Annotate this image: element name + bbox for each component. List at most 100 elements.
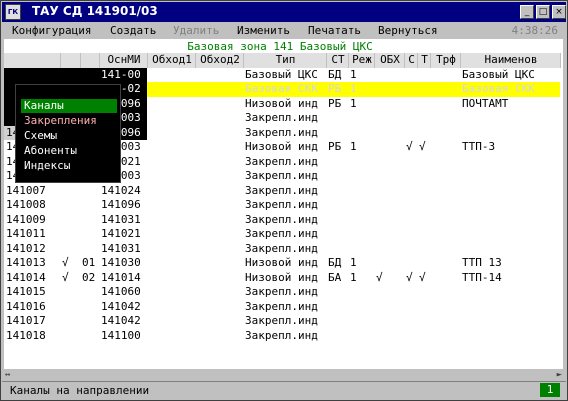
col-mode-cell: 1 — [348, 256, 374, 271]
table-row[interactable]: 141015 141060 Закрепл.инд — [4, 285, 560, 300]
col-traffic-cell — [430, 125, 460, 140]
menu-create[interactable]: Создать — [110, 24, 156, 37]
col-channel-cell: 141007 — [4, 183, 60, 198]
clock: 4:38:26 — [511, 24, 558, 37]
table-row[interactable]: 141014 √ 02 141014 Низовой инд БА 1 √ √ √ ТТП-14 — [4, 270, 560, 285]
scroll-left-icon[interactable]: ↔ — [5, 370, 10, 380]
col-name-cell: Базовый ЦКС — [460, 67, 560, 82]
col-bypass-cell — [374, 212, 404, 227]
col-traffic-header[interactable]: Трф — [430, 53, 461, 68]
col-channel-header[interactable] — [4, 53, 61, 68]
col-mark-header[interactable] — [60, 53, 81, 68]
col-mode-header[interactable]: Реж — [348, 53, 375, 68]
status-message: Каналы на направлении — [10, 384, 150, 397]
table-row[interactable]: 141016 141042 Закрепл.инд — [4, 299, 560, 314]
col-st-cell: БА — [326, 270, 348, 285]
table-row[interactable]: 141018 141100 Закрепл.инд — [4, 328, 560, 343]
table-row[interactable]: 141008 141096 Закрепл.инд — [4, 198, 560, 213]
col-bypass-cell — [374, 154, 404, 169]
table-row[interactable]: 141007 141024 Закрепл.инд — [4, 183, 560, 198]
status-bar: Каналы на направлении 1 — [2, 381, 566, 399]
col-bypass2-header[interactable]: Обход2 — [195, 53, 244, 68]
col-t-cell — [417, 111, 430, 126]
col-bypass-cell — [374, 256, 404, 271]
col-traffic-cell — [430, 241, 460, 256]
menu-item-bindings[interactable]: Закрепления — [21, 114, 117, 128]
col-st-header[interactable]: СТ — [326, 53, 349, 68]
table-row[interactable]: 141017 141042 Закрепл.инд — [4, 314, 560, 329]
col-c-cell — [404, 82, 417, 97]
col-c-cell: √ — [404, 270, 417, 285]
horizontal-scrollbar[interactable]: ↔ ► — [2, 369, 566, 381]
col-main-cell: 141021 — [99, 227, 147, 242]
col-bypass2-cell — [195, 125, 243, 140]
menu-item-schemes[interactable]: Схемы — [21, 129, 117, 143]
col-bypass1-cell — [147, 154, 195, 169]
col-mode-cell — [348, 299, 374, 314]
col-bypass-cell — [374, 328, 404, 343]
col-type-cell: Закрепл.инд — [243, 169, 326, 184]
app-logo-icon[interactable]: ГК — [5, 4, 21, 20]
col-type-header[interactable]: Тип — [243, 53, 327, 68]
col-mode-cell — [348, 125, 374, 140]
menu-delete[interactable]: Удалить — [173, 24, 219, 37]
col-type-cell: Закрепл.инд — [243, 111, 326, 126]
col-c-cell — [404, 67, 417, 82]
table-row[interactable]: 141009 141031 Закрепл.инд — [4, 212, 560, 227]
col-bypass-cell — [374, 96, 404, 111]
col-name-cell — [460, 285, 560, 300]
col-t-cell: √ — [417, 140, 430, 155]
col-t-cell — [417, 67, 430, 82]
col-mark-cell — [60, 314, 80, 329]
col-bypass2-cell — [195, 67, 243, 82]
col-bypass2-cell — [195, 299, 243, 314]
col-bypass-cell — [374, 82, 404, 97]
table-row[interactable]: 141013 √ 01 141030 Низовой инд БД 1 ТТП 13 — [4, 256, 560, 271]
menu-item-subscribers[interactable]: Абоненты — [21, 144, 117, 158]
col-t-cell — [417, 285, 430, 300]
col-st-cell — [326, 241, 348, 256]
col-traffic-cell — [430, 183, 460, 198]
col-bypass-header[interactable]: ОБХ — [374, 53, 405, 68]
scroll-right-icon[interactable]: ► — [557, 370, 562, 380]
col-c-header[interactable]: С — [404, 53, 418, 68]
col-num-header[interactable] — [80, 53, 100, 68]
menu-configuration[interactable]: Конфигурация — [12, 24, 91, 37]
col-t-cell — [417, 169, 430, 184]
col-st-cell — [326, 328, 348, 343]
status-indicator: 1 — [540, 383, 560, 397]
col-bypass2-cell — [195, 285, 243, 300]
col-bypass-cell — [374, 314, 404, 329]
col-t-header[interactable]: Т — [417, 53, 431, 68]
menu-item-channels[interactable]: Каналы — [21, 99, 117, 113]
col-c-cell — [404, 154, 417, 169]
col-bypass-cell — [374, 198, 404, 213]
col-mark-cell — [60, 328, 80, 343]
menu-print[interactable]: Печатать — [308, 24, 361, 37]
col-bypass1-header[interactable]: Обход1 — [147, 53, 196, 68]
menu-edit[interactable]: Изменить — [237, 24, 290, 37]
col-channel-cell: 141016 — [4, 299, 60, 314]
minimize-icon[interactable]: _ — [520, 5, 534, 19]
title-bar[interactable]: ГК ТАУ СД 141901/03 _ □ × — [2, 2, 566, 22]
col-bypass1-cell — [147, 125, 195, 140]
col-type-cell: Закрепл.инд — [243, 299, 326, 314]
menu-item-indexes[interactable]: Индексы — [21, 159, 117, 173]
table-row[interactable]: 141-00 Базовый ЦКС БД 1 Базовый ЦКС — [4, 67, 560, 82]
col-c-cell — [404, 169, 417, 184]
col-bypass1-cell — [147, 96, 195, 111]
table-row[interactable]: 141012 141031 Закрепл.инд — [4, 241, 560, 256]
col-mark-cell — [60, 183, 80, 198]
menu-return[interactable]: Вернуться — [378, 24, 438, 37]
col-traffic-cell — [430, 212, 460, 227]
col-bypass1-cell — [147, 82, 195, 97]
col-bypass1-cell — [147, 111, 195, 126]
col-mode-cell — [348, 328, 374, 343]
col-name-cell: ТТП-14 — [460, 270, 560, 285]
table-row[interactable]: 141011 141021 Закрепл.инд — [4, 227, 560, 242]
close-icon[interactable]: × — [552, 5, 566, 19]
col-main-header[interactable]: ОснМИ — [99, 53, 148, 68]
maximize-icon[interactable]: □ — [536, 5, 550, 19]
col-name-header[interactable]: Наименов — [460, 53, 561, 68]
col-name-cell — [460, 154, 560, 169]
